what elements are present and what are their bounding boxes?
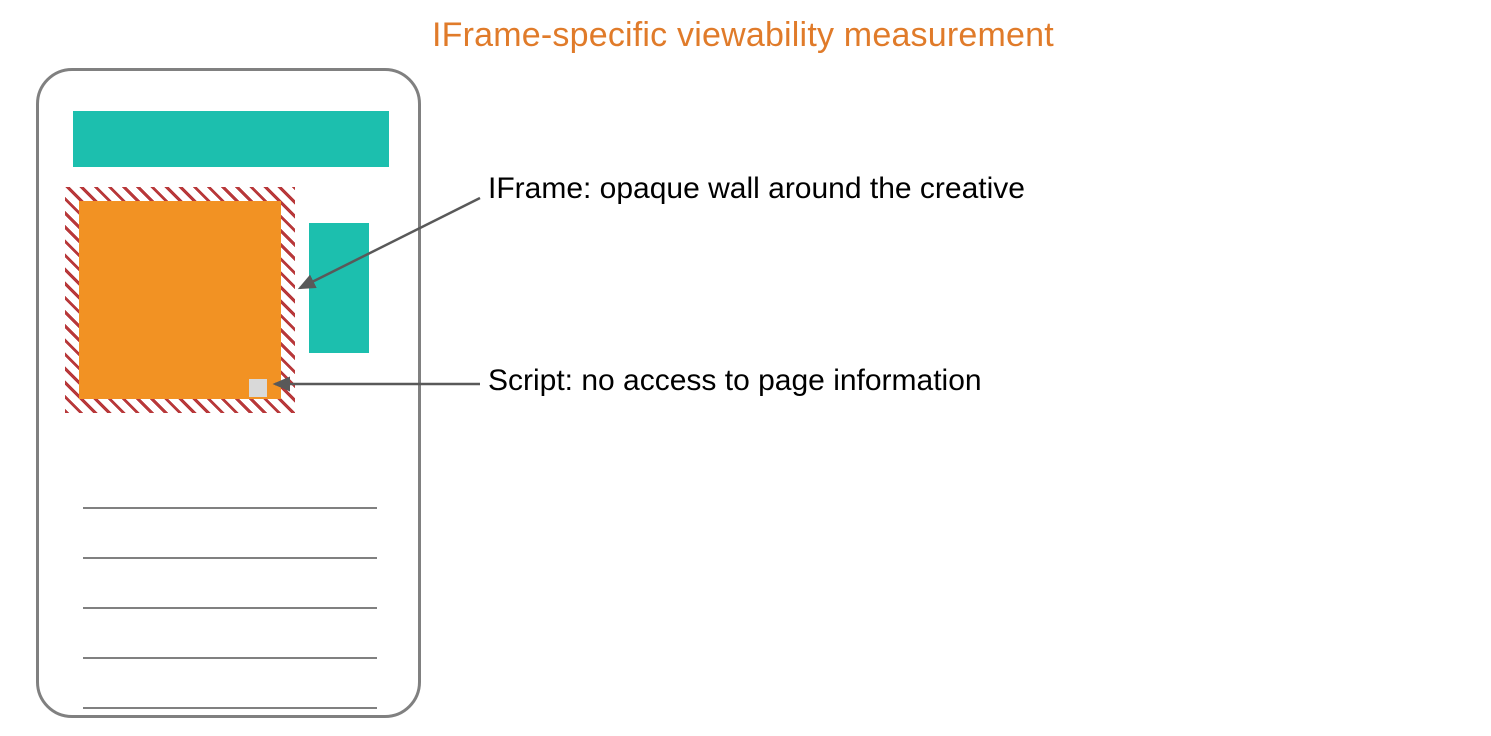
page-text-line [83,607,377,609]
page-text-line [83,707,377,709]
script-pixel [249,379,267,397]
page-text-line [83,657,377,659]
phone-frame [36,68,421,718]
creative-ad [79,201,281,399]
page-side-block [309,223,369,353]
annotation-iframe: IFrame: opaque wall around the creative [488,172,1025,206]
page-text-line [83,557,377,559]
page-text-line [83,507,377,509]
diagram-title: IFrame-specific viewability measurement [432,16,1054,55]
iframe-wall [65,187,295,413]
page-banner [73,111,389,167]
annotation-script: Script: no access to page information [488,364,982,398]
